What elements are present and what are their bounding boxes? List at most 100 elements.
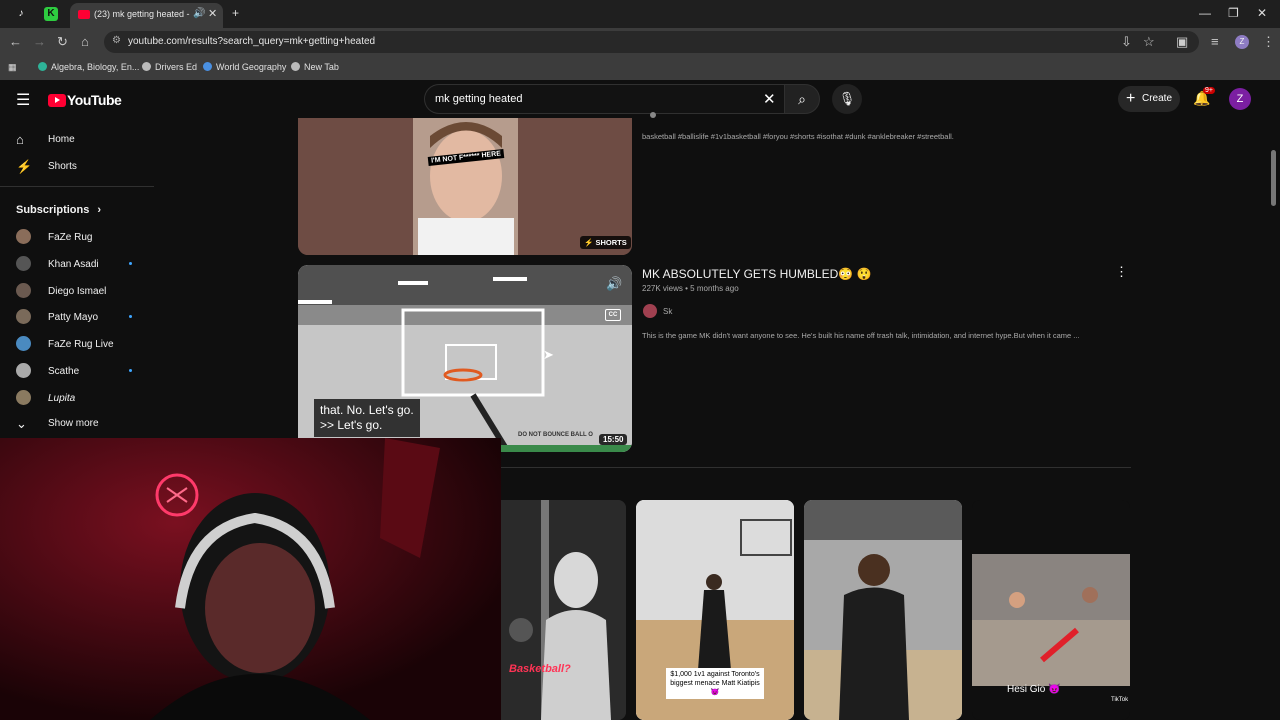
court-sign-text: DO NOT BOUNCE BALL O: [518, 432, 593, 438]
kick-tab-icon[interactable]: K: [44, 7, 58, 21]
channel-avatar: [16, 336, 31, 352]
youtube-header: ☰ YouTube mk getting heated ✕ ⌕ 🎙 + Creat…: [0, 80, 1280, 118]
chevron-right-icon: ›: [97, 204, 102, 216]
short-item-3[interactable]: [804, 500, 962, 720]
menu-icon[interactable]: ☰: [16, 90, 30, 110]
browser-tab-bar: ♪ K (23) mk getting heated - Yo 🔊 ✕ + — …: [0, 0, 1280, 28]
tab-close-icon[interactable]: ✕: [208, 7, 217, 20]
tiktok-watermark: TikTok: [1111, 697, 1129, 703]
browser-profile-avatar[interactable]: Z: [1235, 35, 1249, 49]
bookmark-new-tab[interactable]: New Tab: [291, 62, 339, 72]
subscription-name: Patty Mayo: [48, 312, 99, 324]
subscription-name: FaZe Rug: [48, 232, 93, 243]
install-app-icon[interactable]: ⇩: [1121, 34, 1132, 50]
more-actions-icon[interactable]: ⋮: [1115, 264, 1128, 280]
new-content-dot: [129, 261, 132, 265]
url-text: youtube.com/results?search_query=mk+gett…: [128, 36, 376, 47]
new-content-dot: [129, 369, 132, 372]
first-result-description: basketball #ballislife #1v1basketball #f…: [642, 132, 954, 141]
short-item-1[interactable]: Basketball?: [501, 500, 626, 720]
subscription-name: Diego Ismael: [48, 285, 107, 297]
khan-academy-icon: [38, 62, 47, 71]
maximize-icon[interactable]: ❐: [1228, 6, 1239, 20]
page-scrollbar[interactable]: [1271, 150, 1276, 206]
short-1-thumbnail: [501, 500, 626, 720]
create-button[interactable]: + Create: [1118, 86, 1180, 112]
home-icon: ⌂: [16, 132, 24, 147]
bookmark-algebra[interactable]: Algebra, Biology, En...: [38, 62, 139, 72]
short-1-overlay: Basketball?: [509, 663, 571, 675]
shorts-badge: ⚡ SHORTS: [580, 236, 631, 249]
microphone-icon: 🎙: [838, 91, 856, 106]
results-divider: [501, 467, 1131, 468]
voice-search-button[interactable]: 🎙: [832, 84, 862, 114]
new-content-dot: [129, 315, 132, 319]
window-close-icon[interactable]: ✕: [1257, 6, 1267, 20]
video-duration-badge: 15:50: [599, 434, 628, 445]
shorts-result-thumbnail[interactable]: I'M NOT F****** HERE: [298, 118, 632, 255]
bookmark-world-geography[interactable]: World Geography: [203, 62, 286, 72]
channel-avatar[interactable]: [643, 304, 657, 318]
tab-audio-icon[interactable]: 🔊: [193, 8, 205, 19]
channel-avatar: [16, 389, 31, 405]
volume-icon[interactable]: 🔊: [606, 276, 622, 292]
back-icon[interactable]: ←: [9, 34, 22, 49]
account-avatar[interactable]: Z: [1229, 88, 1251, 110]
video-captions: that. No. Let's go. >> Let's go.: [314, 399, 420, 437]
search-button[interactable]: ⌕: [784, 84, 820, 114]
channel-name[interactable]: Sk: [663, 307, 672, 316]
short-4-overlay: Hesi Gio 😈: [1007, 684, 1061, 695]
plus-icon: +: [1126, 90, 1136, 107]
short-item-2[interactable]: $1,000 1v1 against Toronto's biggest men…: [636, 500, 794, 720]
address-bar[interactable]: ⚙ youtube.com/results?search_query=mk+ge…: [104, 31, 1199, 53]
notification-count-badge: 9+: [1203, 87, 1215, 94]
clear-search-icon[interactable]: ✕: [763, 90, 776, 108]
browser-menu-icon[interactable]: ⋮: [1262, 34, 1275, 50]
shorts-icon: ⚡: [16, 159, 33, 174]
extensions-icon[interactable]: ▣: [1176, 34, 1188, 50]
youtube-favicon-icon: [78, 10, 90, 19]
channel-avatar: [16, 229, 31, 244]
subscription-name: Lupita: [48, 392, 76, 404]
channel-avatar: [16, 309, 31, 325]
forward-icon[interactable]: →: [33, 34, 46, 49]
home-browser-icon[interactable]: ⌂: [81, 34, 89, 49]
sidebar: ⌂ Home ⚡ Shorts Subscriptions › FaZe Rug K…: [0, 118, 154, 438]
shorts-thumbnail-image: [298, 118, 632, 255]
subscription-name: Khan Asadi: [48, 258, 99, 270]
channel-avatar: [16, 282, 31, 298]
minimize-icon[interactable]: —: [1199, 6, 1211, 20]
globe-icon: [291, 62, 300, 71]
active-tab[interactable]: (23) mk getting heated - Yo 🔊 ✕: [70, 3, 223, 28]
site-info-icon[interactable]: ⚙: [112, 35, 121, 46]
browser-toolbar: ← → ↻ ⌂ ⚙ youtube.com/results?search_que…: [0, 28, 1280, 56]
subscriptions-header[interactable]: Subscriptions ›: [16, 204, 101, 216]
apps-grid-icon[interactable]: ▦: [8, 62, 17, 73]
tab-title: (23) mk getting heated - Yo: [94, 9, 192, 19]
video-result-description: This is the game MK didn't want anyone t…: [642, 331, 1080, 340]
webcam-image: [0, 438, 501, 720]
search-box[interactable]: mk getting heated ✕: [424, 84, 784, 114]
closed-captions-button[interactable]: CC: [605, 309, 621, 321]
bookmark-drivers-ed[interactable]: Drivers Ed: [142, 62, 197, 72]
subscription-name: Scathe: [48, 366, 80, 377]
first-result-channel-avatar[interactable]: [650, 112, 656, 118]
globe-icon: [142, 62, 151, 71]
youtube-logo[interactable]: YouTube: [48, 92, 122, 110]
short-item-4[interactable]: Hesi Gio 😈 TikTok: [972, 500, 1130, 720]
mouse-cursor-icon: ➤: [543, 347, 554, 362]
reload-icon[interactable]: ↻: [57, 34, 68, 50]
short-2-overlay: $1,000 1v1 against Toronto's biggest men…: [666, 668, 764, 699]
channel-avatar: [16, 255, 31, 271]
short-3-thumbnail: [804, 500, 962, 720]
video-result-title[interactable]: MK ABSOLUTELY GETS HUMBLED😳 😲: [642, 267, 872, 281]
cloud-icon: [203, 62, 212, 71]
sidebar-divider: [0, 186, 154, 187]
tiktok-tab-icon[interactable]: ♪: [14, 7, 28, 21]
video-result-meta: 227K views • 5 months ago: [642, 284, 739, 293]
bookmark-star-icon[interactable]: ☆: [1143, 34, 1155, 50]
new-tab-button[interactable]: +: [232, 6, 239, 20]
media-controls-icon[interactable]: ≡: [1211, 34, 1219, 49]
streamer-webcam: [0, 438, 501, 720]
search-input[interactable]: mk getting heated: [435, 93, 522, 105]
